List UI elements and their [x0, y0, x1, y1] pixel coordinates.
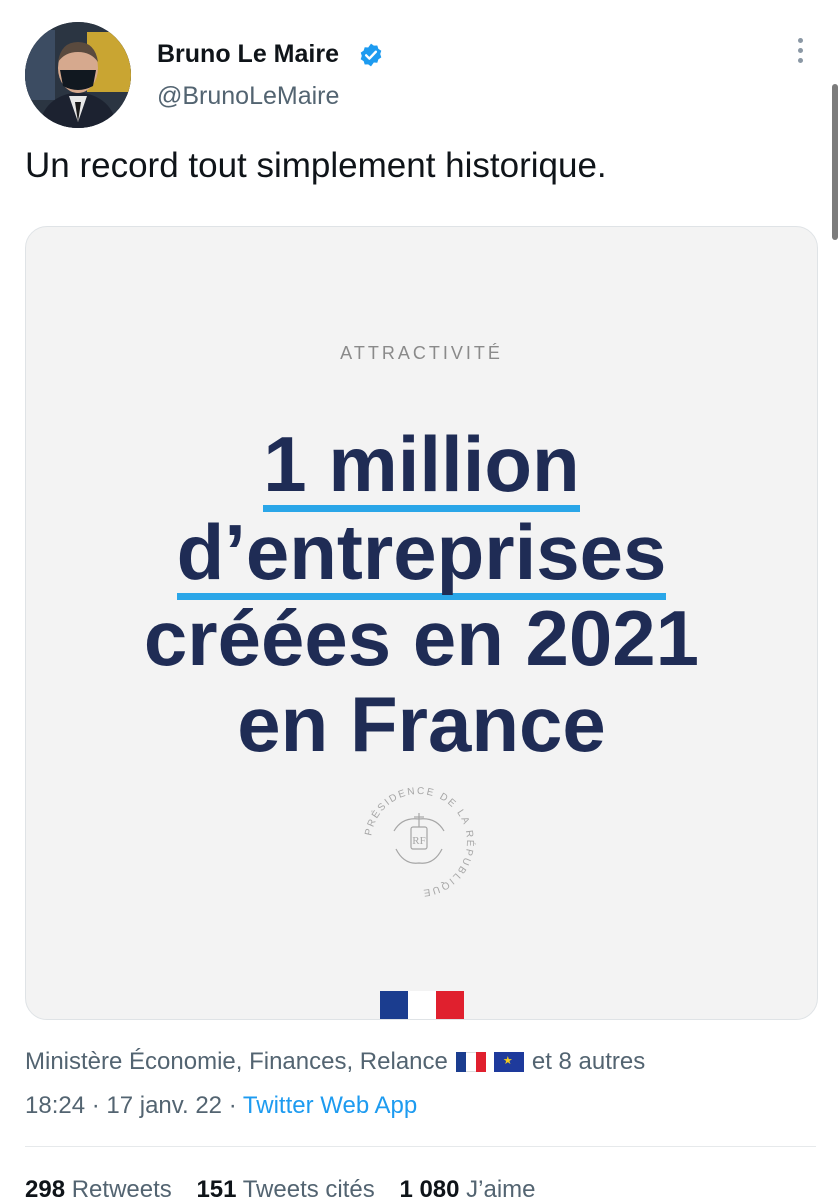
france-flag-emoji-icon [455, 1052, 486, 1072]
tagged-accounts[interactable]: Ministère Économie, Finances, Relance et… [25, 1048, 645, 1076]
more-options-icon[interactable] [790, 38, 810, 70]
likes-label: J’aime [466, 1176, 536, 1203]
french-flag-icon [380, 991, 464, 1019]
tagged-others-link[interactable]: et 8 autres [532, 1048, 645, 1076]
scrollbar[interactable] [832, 84, 838, 240]
retweets-label: Retweets [71, 1176, 172, 1203]
headline-text-2: d’entreprises [176, 513, 667, 600]
likes-stat[interactable]: 1 080 J’aime [399, 1176, 535, 1203]
author-handle[interactable]: @BrunoLeMaire [157, 82, 339, 111]
likes-count: 1 080 [399, 1176, 460, 1203]
author-avatar[interactable] [25, 22, 131, 128]
headline-line-3: créées en 2021 [26, 599, 817, 677]
tweet-timestamp: 18:24 · 17 janv. 22 · Twitter Web App [25, 1092, 417, 1120]
headline-line-4: en France [26, 685, 817, 763]
quotes-stat[interactable]: 151 Tweets cités [196, 1176, 374, 1203]
verified-badge-icon [360, 43, 382, 67]
divider [25, 1146, 816, 1147]
eu-flag-emoji-icon [493, 1052, 524, 1072]
source-app-link[interactable]: Twitter Web App [243, 1092, 417, 1119]
quotes-count: 151 [196, 1176, 237, 1203]
author-name[interactable]: Bruno Le Maire [157, 40, 339, 69]
headline-text-1: 1 million [263, 425, 580, 512]
tagged-account-link[interactable]: Ministère Économie, Finances, Relance [25, 1048, 448, 1076]
headline-text-4: en France [237, 680, 606, 768]
presidence-seal-icon: PRÉSIDENCE DE LA RÉPUBLIQUE RF [363, 786, 475, 898]
headline-line-2: d’entreprises [26, 513, 817, 600]
timestamp-text[interactable]: 18:24 · 17 janv. 22 · [25, 1092, 243, 1119]
tweet-text: Un record tout simplement historique. [25, 146, 607, 185]
headline-line-1: 1 million [26, 425, 817, 512]
retweets-stat[interactable]: 298 Retweets [25, 1176, 172, 1203]
seal-monogram: RF [412, 835, 425, 847]
image-kicker: ATTRACTIVITÉ [340, 343, 503, 363]
tweet-image[interactable]: ATTRACTIVITÉ 1 million d’entreprises cré… [25, 226, 818, 1020]
retweets-count: 298 [25, 1176, 66, 1203]
headline-text-3: créées en 2021 [143, 594, 700, 682]
quotes-label: Tweets cités [242, 1176, 375, 1203]
